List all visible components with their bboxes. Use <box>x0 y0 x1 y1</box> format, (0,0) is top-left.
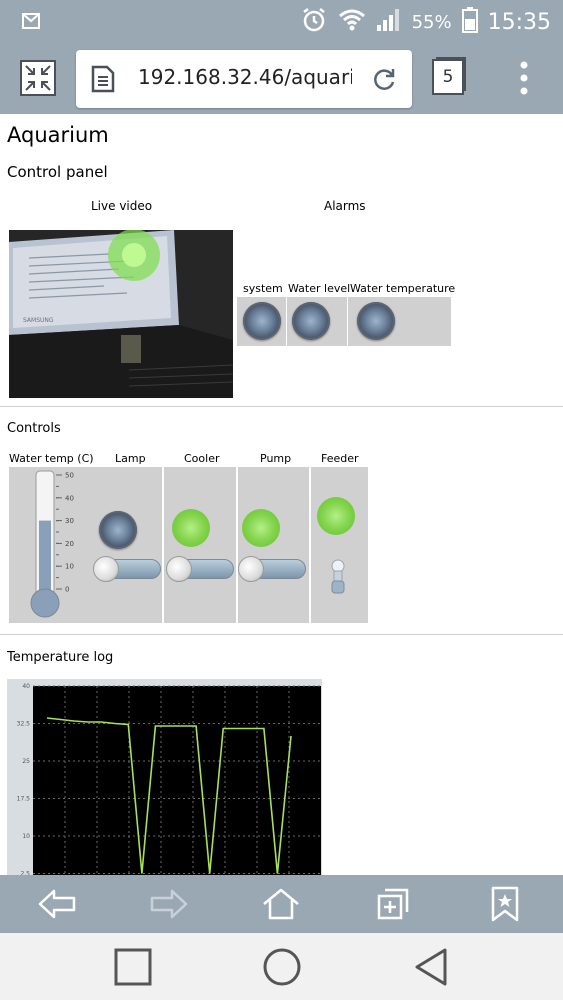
video-frame-image: SAMSUNG <box>9 230 233 398</box>
alarm-label-system: system <box>243 282 283 295</box>
alarm-water-temperature-led <box>357 302 395 340</box>
bookmarks-button[interactable] <box>484 885 526 923</box>
chart-plot-area <box>33 686 321 886</box>
feeder-led <box>317 497 355 535</box>
alarm-water-level-led <box>292 302 330 340</box>
more-vert-icon <box>520 61 528 95</box>
add-tab-icon <box>377 888 409 920</box>
chart-y-tick-label: 25 <box>22 758 30 765</box>
temperature-log-chart: 40 32.5 25 17.5 10 2.5 <box>7 679 322 886</box>
forward-button[interactable] <box>148 885 190 923</box>
back-arrow-icon <box>38 889 76 919</box>
pump-switch-knob[interactable] <box>238 556 264 582</box>
back-button[interactable] <box>36 885 78 923</box>
cooler-switch-knob[interactable] <box>166 556 192 582</box>
divider <box>0 634 563 635</box>
chart-y-tick-label: 32.5 <box>17 721 31 728</box>
page-title: Aquarium <box>7 123 109 147</box>
forward-arrow-icon <box>150 889 188 919</box>
alarm-label-water-level: Water level <box>288 282 351 295</box>
signal-strength-icon <box>376 8 402 36</box>
divider <box>0 406 563 407</box>
thermometer-tick-label: 40 <box>65 494 74 502</box>
chart-y-tick-label: 10 <box>22 833 30 840</box>
video-brand-text: SAMSUNG <box>23 317 54 324</box>
alarm-clock-icon <box>300 6 328 38</box>
control-panel-heading: Control panel <box>7 163 108 181</box>
browser-toolbar: 192.168.32.46/aquarium 5 <box>0 42 563 114</box>
wifi-icon <box>338 8 366 36</box>
thermometer-tick-label: 20 <box>65 540 74 548</box>
web-page: Aquarium Control panel Live video Alarms <box>0 114 563 886</box>
thermometer-tick-label: 30 <box>65 517 74 525</box>
thermometer-tick-label: 0 <box>65 586 69 594</box>
alarm-water-level <box>287 297 348 346</box>
address-bar[interactable]: 192.168.32.46/aquarium <box>76 50 412 108</box>
square-icon <box>114 948 152 986</box>
feeder-control <box>311 467 368 623</box>
water-temp-thermometer: 50 40 30 20 10 0 <box>9 467 91 623</box>
thermometer-tick-label: 50 <box>65 472 74 480</box>
temperature-chart-svg: 4032.52517.5102.5 <box>17 683 321 886</box>
alarm-label-water-temperature: Water temperature <box>350 282 456 295</box>
alarm-water-temperature <box>348 297 452 346</box>
recent-apps-button[interactable] <box>112 946 154 988</box>
home-button[interactable] <box>260 885 302 923</box>
battery-icon <box>461 7 478 37</box>
exit-fullscreen-icon <box>20 60 56 96</box>
pump-label: Pump <box>260 452 292 465</box>
lamp-label: Lamp <box>115 452 146 465</box>
tab-switcher-button[interactable]: 5 <box>432 59 464 95</box>
url-text[interactable]: 192.168.32.46/aquarium <box>138 65 352 89</box>
water-temp-label: Water temp (C) <box>9 452 94 465</box>
reload-icon[interactable] <box>370 65 398 97</box>
gmail-notification-icon <box>20 9 42 35</box>
overflow-menu-button[interactable] <box>502 56 546 100</box>
triangle-back-icon <box>415 948 447 986</box>
lamp-led <box>99 511 137 549</box>
alarms-label: Alarms <box>324 199 366 213</box>
thermometer-tick-label: 10 <box>65 563 74 571</box>
system-back-button[interactable] <box>410 946 452 988</box>
live-video-label: Live video <box>91 199 153 213</box>
clock-time: 15:35 <box>487 9 551 35</box>
system-home-button[interactable] <box>261 946 303 988</box>
thermometer-gauge: 50 40 30 20 10 0 <box>30 470 74 618</box>
feeder-push-switch[interactable] <box>331 559 345 595</box>
lamp-switch-knob[interactable] <box>93 556 119 582</box>
feeder-label: Feeder <box>321 452 359 465</box>
new-tab-button[interactable] <box>372 885 414 923</box>
pump-control <box>238 467 310 623</box>
chart-y-tick-label: 40 <box>22 683 30 690</box>
exit-fullscreen-button[interactable] <box>16 56 60 100</box>
cooler-control <box>164 467 237 623</box>
alarm-system-led <box>243 302 281 340</box>
temperature-log-heading: Temperature log <box>7 650 114 665</box>
browser-bottom-bar <box>0 875 563 933</box>
lamp-control <box>91 467 163 623</box>
circle-icon <box>263 948 301 986</box>
controls-heading: Controls <box>7 421 61 436</box>
status-bar: 55% 15:35 <box>0 0 563 42</box>
page-info-icon[interactable] <box>90 65 116 97</box>
phone-screen: 55% 15:35 192.168.32.46/aquari 5 Aquariu… <box>0 0 563 1000</box>
alarm-system <box>237 297 287 346</box>
bookmark-icon <box>491 886 519 922</box>
pump-led <box>242 509 280 547</box>
cooler-led <box>172 509 210 547</box>
live-video-feed[interactable]: SAMSUNG <box>9 230 233 398</box>
system-navigation-bar <box>0 933 563 1000</box>
battery-percent: 55% <box>411 11 452 33</box>
cooler-label: Cooler <box>184 452 220 465</box>
chart-y-tick-label: 17.5 <box>17 796 31 803</box>
home-icon <box>263 888 299 920</box>
